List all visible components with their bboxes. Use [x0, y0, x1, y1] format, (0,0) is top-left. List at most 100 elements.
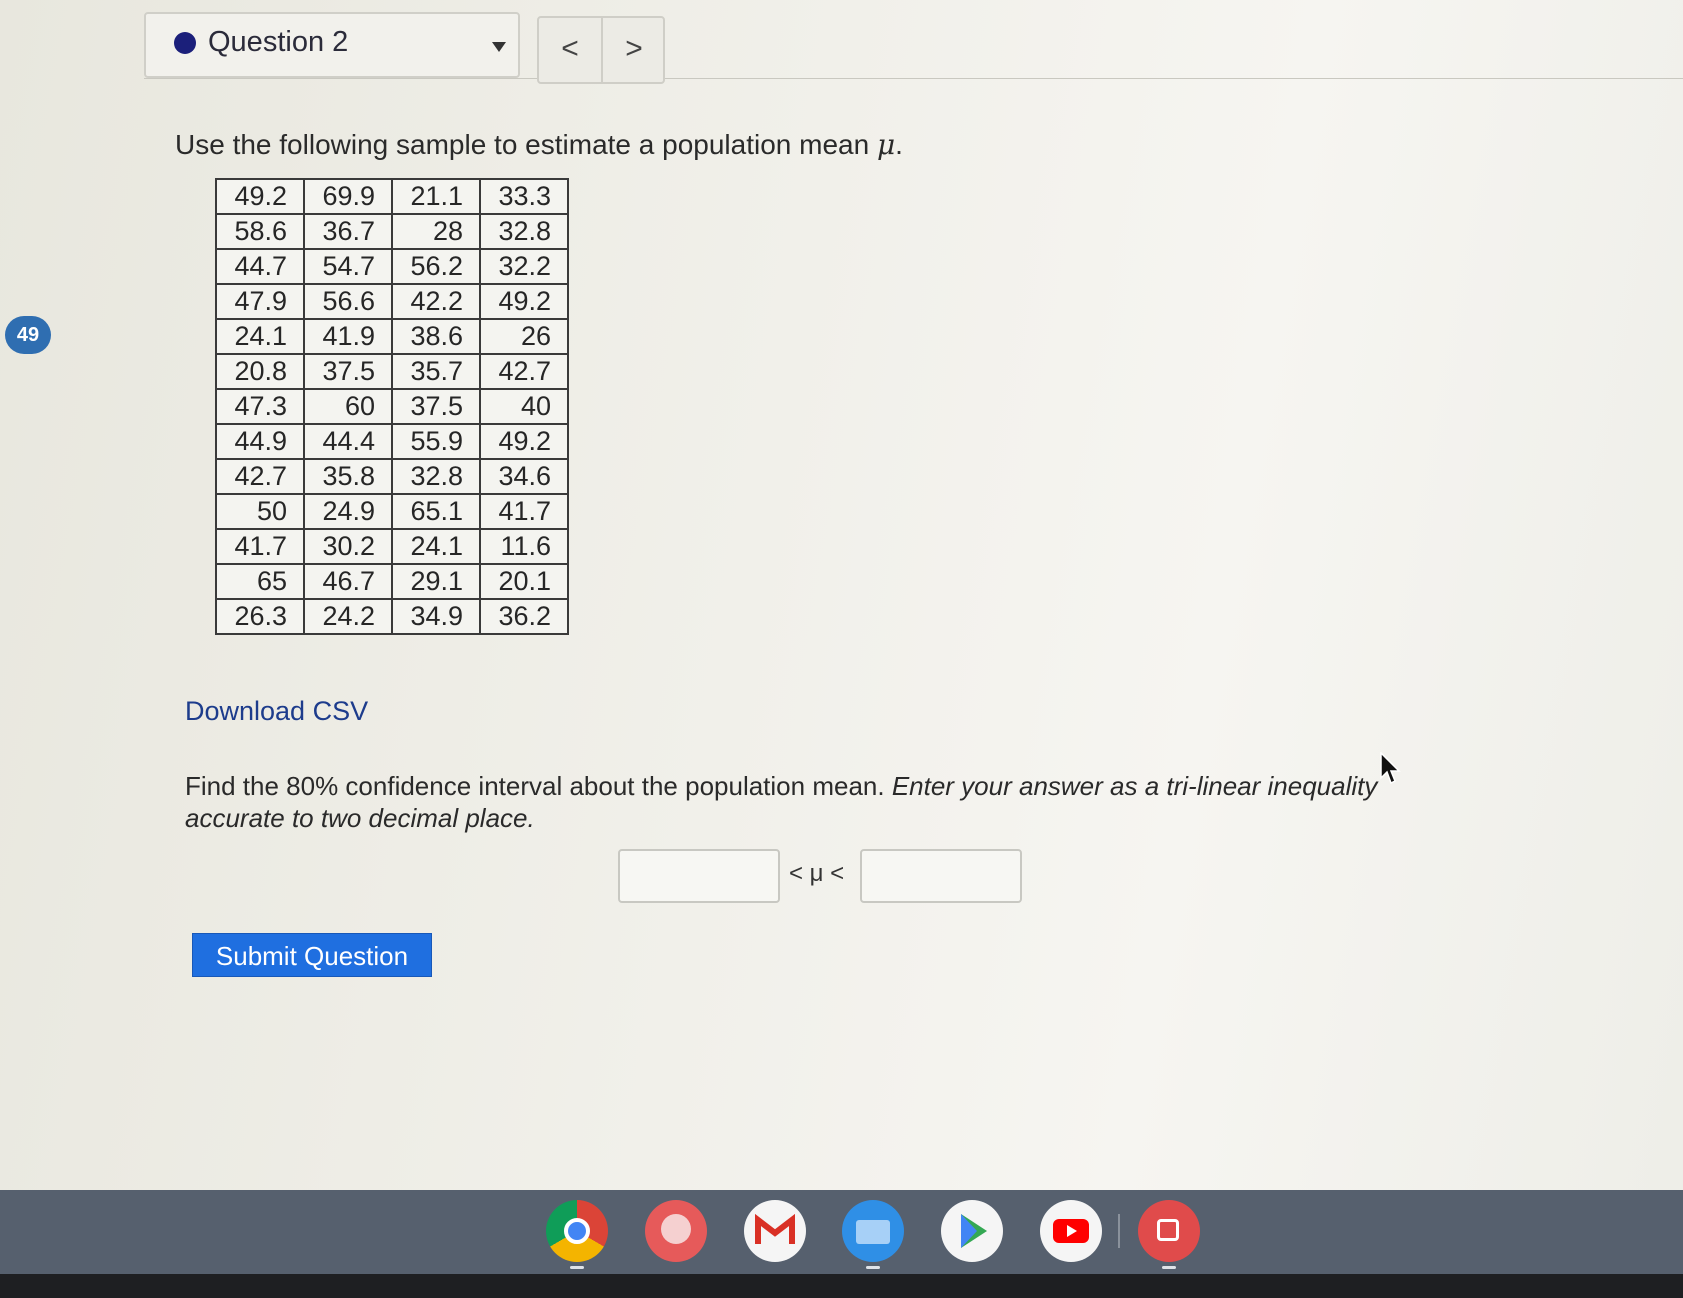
table-cell: 30.2: [303, 528, 393, 565]
screen-bottom-bezel: [0, 1274, 1683, 1298]
table-cell: 58.6: [215, 213, 305, 250]
table-cell: 56.6: [303, 283, 393, 320]
table-cell: 41.9: [303, 318, 393, 355]
table-cell: 65: [215, 563, 305, 600]
table-cell: 24.1: [215, 318, 305, 355]
table-cell: 28: [391, 213, 481, 250]
submit-question-button[interactable]: Submit Question: [192, 933, 432, 977]
table-cell: 55.9: [391, 423, 481, 460]
question-nav: < >: [537, 16, 665, 84]
table-cell: 44.4: [303, 423, 393, 460]
shelf-separator: [1118, 1214, 1120, 1248]
table-cell: 26.3: [215, 598, 305, 635]
table-cell: 37.5: [391, 388, 481, 425]
table-row: 41.7 30.2 24.1 11.6: [215, 528, 569, 565]
question-plain: Find the 80% confidence interval about t…: [185, 771, 892, 801]
table-cell: 42.7: [479, 353, 569, 390]
next-question-button[interactable]: >: [603, 18, 665, 82]
header-divider: [144, 78, 1683, 79]
table-row: 47.9 56.6 42.2 49.2: [215, 283, 569, 320]
table-cell: 35.8: [303, 458, 393, 495]
question-page: Question 2 < > 49 Use the following samp…: [0, 0, 1683, 1190]
table-cell: 47.3: [215, 388, 305, 425]
table-cell: 24.9: [303, 493, 393, 530]
table-row: 44.7 54.7 56.2 32.2: [215, 248, 569, 285]
table-row: 26.3 24.2 34.9 36.2: [215, 598, 569, 635]
table-row: 44.9 44.4 55.9 49.2: [215, 423, 569, 460]
table-cell: 42.7: [215, 458, 305, 495]
table-cell: 60: [303, 388, 393, 425]
table-cell: 41.7: [479, 493, 569, 530]
table-cell: 50: [215, 493, 305, 530]
screencast-running-indicator: [1162, 1266, 1176, 1269]
chrome-icon[interactable]: [546, 1200, 608, 1262]
table-row: 20.8 37.5 35.7 42.7: [215, 353, 569, 390]
screencast-icon[interactable]: [1138, 1200, 1200, 1262]
table-cell: 24.2: [303, 598, 393, 635]
table-row: 24.1 41.9 38.6 26: [215, 318, 569, 355]
table-cell: 38.6: [391, 318, 481, 355]
table-cell: 54.7: [303, 248, 393, 285]
table-cell: 44.7: [215, 248, 305, 285]
files-icon[interactable]: [842, 1200, 904, 1262]
previous-question-button[interactable]: <: [539, 18, 603, 82]
table-cell: 46.7: [303, 563, 393, 600]
table-cell: 44.9: [215, 423, 305, 460]
table-cell: 20.1: [479, 563, 569, 600]
table-cell: 49.2: [479, 283, 569, 320]
table-row: 42.7 35.8 32.8 34.6: [215, 458, 569, 495]
table-cell: 32.8: [479, 213, 569, 250]
mouse-pointer-icon: [1380, 752, 1401, 785]
table-cell: 11.6: [479, 528, 569, 565]
table-cell: 56.2: [391, 248, 481, 285]
table-cell: 34.6: [479, 458, 569, 495]
table-cell: 36.7: [303, 213, 393, 250]
table-row: 50 24.9 65.1 41.7: [215, 493, 569, 530]
table-cell: 34.9: [391, 598, 481, 635]
question-status-dot: [174, 32, 196, 54]
score-badge: 49: [5, 316, 51, 354]
prompt-end: .: [895, 129, 903, 160]
download-csv-link[interactable]: Download CSV: [185, 696, 368, 727]
table-cell: 26: [479, 318, 569, 355]
prompt-body: Use the following sample to estimate a p…: [175, 129, 877, 160]
prompt-text: Use the following sample to estimate a p…: [175, 128, 903, 161]
table-cell: 35.7: [391, 353, 481, 390]
upper-bound-input[interactable]: [860, 849, 1022, 903]
table-cell: 24.1: [391, 528, 481, 565]
table-cell: 47.9: [215, 283, 305, 320]
lower-bound-input[interactable]: [618, 849, 780, 903]
table-cell: 21.1: [391, 178, 481, 215]
table-cell: 49.2: [215, 178, 305, 215]
table-row: 65 46.7 29.1 20.1: [215, 563, 569, 600]
caret-down-icon: [492, 42, 506, 52]
table-cell: 69.9: [303, 178, 393, 215]
sample-table: 49.2 69.9 21.1 33.3 58.6 36.7 28 32.8 44.7 54.7 56…: [215, 178, 569, 635]
canvas-icon[interactable]: [645, 1200, 707, 1262]
youtube-icon[interactable]: [1040, 1200, 1102, 1262]
table-row: 58.6 36.7 28 32.8: [215, 213, 569, 250]
table-cell: 20.8: [215, 353, 305, 390]
table-row: 47.3 60 37.5 40: [215, 388, 569, 425]
files-running-indicator: [866, 1266, 880, 1269]
table-cell: 32.2: [479, 248, 569, 285]
table-cell: 49.2: [479, 423, 569, 460]
table-cell: 29.1: [391, 563, 481, 600]
table-cell: 33.3: [479, 178, 569, 215]
play-store-icon[interactable]: [941, 1200, 1003, 1262]
question-selector[interactable]: Question 2: [144, 12, 520, 78]
table-cell: 36.2: [479, 598, 569, 635]
chrome-running-indicator: [570, 1266, 584, 1269]
question-text: Find the 80% confidence interval about t…: [185, 770, 1445, 834]
table-cell: 32.8: [391, 458, 481, 495]
table-cell: 65.1: [391, 493, 481, 530]
table-cell: 37.5: [303, 353, 393, 390]
table-cell: 40: [479, 388, 569, 425]
taskbar-shelf: [0, 1190, 1683, 1274]
inequality-symbols: < μ <: [789, 860, 845, 887]
mu-symbol: μ: [876, 128, 896, 161]
table-cell: 42.2: [391, 283, 481, 320]
table-cell: 41.7: [215, 528, 305, 565]
gmail-icon[interactable]: [744, 1200, 806, 1262]
question-label: Question 2: [208, 26, 349, 58]
